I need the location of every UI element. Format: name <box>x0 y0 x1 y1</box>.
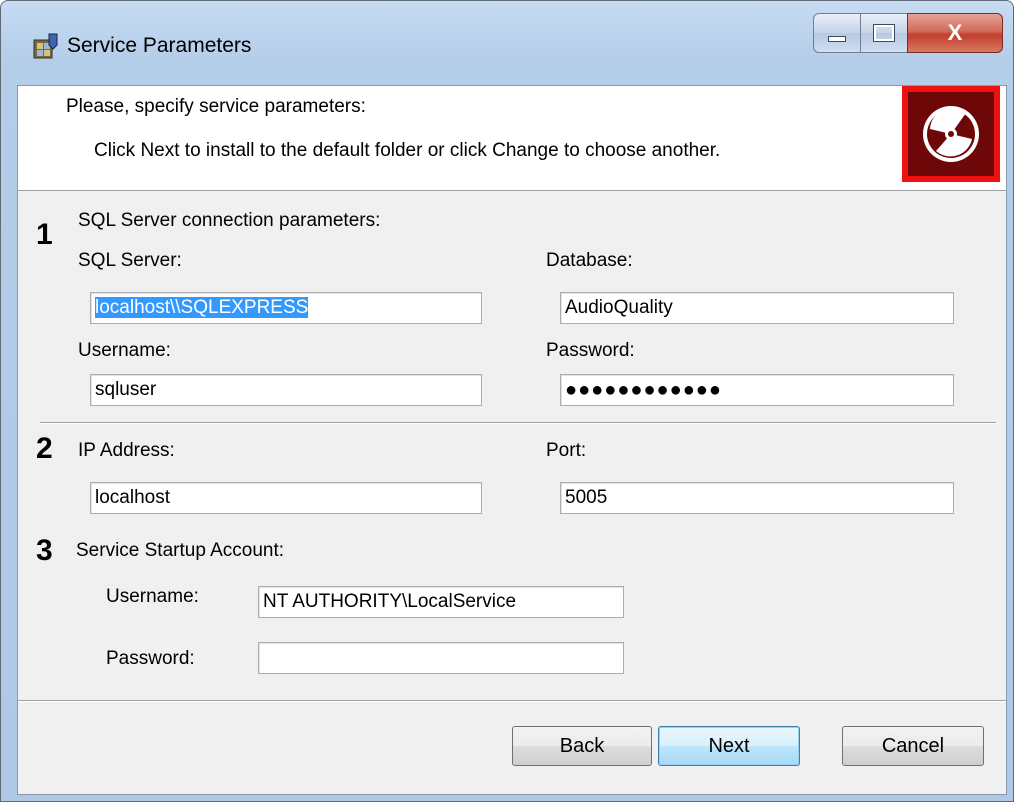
disc-icon <box>923 106 979 162</box>
sql-username-value: sqluser <box>95 379 157 400</box>
sql-password-label: Password: <box>546 340 635 361</box>
database-label: Database: <box>546 250 633 271</box>
sql-password-input[interactable]: ●●●●●●●●●●●● <box>560 374 954 406</box>
cancel-button[interactable]: Cancel <box>842 726 984 766</box>
sql-connection-heading: SQL Server connection parameters: <box>78 210 381 231</box>
database-input[interactable]: AudioQuality <box>560 292 954 324</box>
startup-password-label: Password: <box>106 648 195 669</box>
minimize-icon <box>814 14 860 52</box>
installer-window: Service Parameters X Please, specify ser… <box>0 0 1014 802</box>
database-value: AudioQuality <box>565 297 673 318</box>
ip-address-value: localhost <box>95 487 170 508</box>
minimize-button[interactable] <box>813 13 861 53</box>
step-number-2: 2 <box>36 432 53 465</box>
installer-app-icon <box>33 33 58 59</box>
sql-password-value: ●●●●●●●●●●●● <box>565 379 722 401</box>
title-bar[interactable]: Service Parameters X <box>1 1 1013 85</box>
banner-heading: Please, specify service parameters: <box>66 96 366 117</box>
close-icon: X <box>947 20 963 45</box>
maximize-icon <box>861 14 907 52</box>
startup-username-input[interactable]: NT AUTHORITY\LocalService <box>258 586 624 618</box>
sql-username-label: Username: <box>78 340 171 361</box>
next-button[interactable]: Next <box>658 726 800 766</box>
banner-logo <box>902 86 1000 182</box>
sql-server-label: SQL Server: <box>78 250 182 271</box>
step-number-3: 3 <box>36 534 53 567</box>
sql-server-input[interactable]: localhost\\SQLEXPRESS <box>90 292 482 324</box>
startup-username-label: Username: <box>106 586 199 607</box>
footer-divider <box>18 700 1006 702</box>
ip-address-label: IP Address: <box>78 440 175 461</box>
port-value: 5005 <box>565 487 608 508</box>
header-banner: Please, specify service parameters: Clic… <box>18 86 1006 191</box>
banner-description: Click Next to install to the default fol… <box>94 140 721 161</box>
port-label: Port: <box>546 440 587 461</box>
maximize-button[interactable] <box>860 13 908 53</box>
dialog-body: Please, specify service parameters: Clic… <box>17 85 1007 795</box>
back-button[interactable]: Back <box>512 726 652 766</box>
close-button[interactable]: X <box>907 13 1003 53</box>
ip-address-input[interactable]: localhost <box>90 482 482 514</box>
sql-username-input[interactable]: sqluser <box>90 374 482 406</box>
port-input[interactable]: 5005 <box>560 482 954 514</box>
step-number-1: 1 <box>36 218 53 251</box>
startup-account-heading: Service Startup Account: <box>76 540 285 561</box>
section-divider-1 <box>40 422 996 424</box>
sql-server-value: localhost\\SQLEXPRESS <box>95 297 309 318</box>
caption-buttons: X <box>813 13 1009 55</box>
startup-password-input[interactable] <box>258 642 624 674</box>
startup-username-value: NT AUTHORITY\LocalService <box>263 591 517 612</box>
window-title: Service Parameters <box>67 34 252 57</box>
